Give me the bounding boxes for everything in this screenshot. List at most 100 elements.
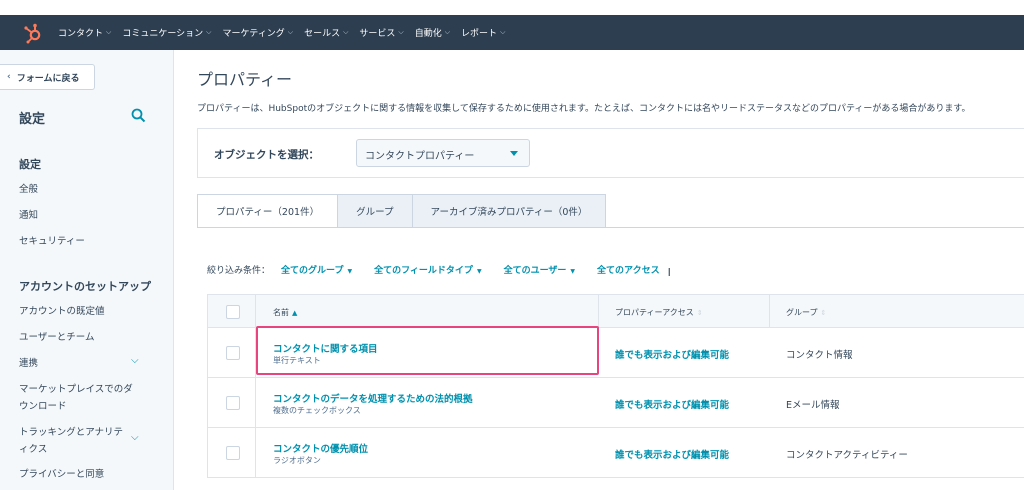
property-group: コンタクトアクティビティー (786, 450, 908, 461)
filter-field-type-label: 全てのフィールドタイプ (374, 266, 473, 276)
filter-group-dropdown[interactable]: 全てのグループ ▼ (281, 263, 352, 276)
property-group: コンタクト情報 (786, 350, 853, 361)
property-access-link[interactable]: 誰でも表示および編集可能 (615, 447, 729, 461)
hubspot-logo-icon[interactable] (22, 22, 44, 44)
nav-reports-label: レポート (461, 29, 498, 39)
search-icon[interactable] (131, 108, 146, 123)
property-name-link[interactable]: コンタクトのデータを処理するための法的根拠 (273, 391, 473, 405)
caret-down-icon: ▼ (570, 268, 576, 275)
sidebar-item-notifications[interactable]: 通知 (19, 207, 144, 224)
nav-sales[interactable]: セールス ⌵ (304, 26, 348, 39)
nav-marketing[interactable]: マーケティング ⌵ (222, 26, 293, 39)
property-access-link[interactable]: 誰でも表示および編集可能 (615, 347, 729, 361)
row-checkbox[interactable] (226, 396, 240, 410)
text-cursor-icon: I (667, 266, 671, 279)
column-header-name[interactable]: 名前 ▲ (273, 307, 297, 318)
filter-access-dropdown[interactable]: 全てのアクセス (597, 263, 660, 276)
column-divider (598, 295, 599, 327)
sidebar-item-users-teams[interactable]: ユーザーとチーム (19, 329, 144, 346)
filter-label: 絞り込み条件： (207, 266, 271, 276)
header-checkbox-cell (208, 295, 256, 327)
filter-user-label: 全てのユーザー (503, 266, 567, 276)
filter-field-type-dropdown[interactable]: 全てのフィールドタイプ ▼ (374, 263, 481, 276)
properties-table: 名前 ▲ プロパティーアクセス ⇕ グループ ⇕ コンタクトに関する項目 単行テキスト… (207, 294, 1024, 478)
sidebar-section-account-setup: アカウントのセットアップ (19, 280, 151, 293)
nav-automation-label: 自動化 (414, 29, 442, 39)
settings-sidebar: ‹ フォームに戻る 設定 設定 全般 通知 セキュリティー アカウントのセットア… (0, 50, 174, 490)
table-header: 名前 ▲ プロパティーアクセス ⇕ グループ ⇕ (207, 294, 1024, 328)
filter-user-dropdown[interactable]: 全てのユーザー ▼ (504, 263, 575, 276)
property-access-link[interactable]: 誰でも表示および編集可能 (615, 397, 729, 411)
nav-conversations[interactable]: コミュニケーション ⌵ (122, 26, 211, 39)
sidebar-section-settings: 設定 (19, 158, 41, 171)
column-header-group-label: グループ (786, 308, 818, 317)
property-field-type: ラジオボタン (273, 456, 321, 465)
nav-service[interactable]: サービス ⌵ (359, 26, 403, 39)
row-checkbox-cell (208, 328, 256, 377)
property-field-type: 単行テキスト (273, 356, 321, 365)
row-checkbox-cell (208, 428, 256, 477)
tab-archived-properties[interactable]: アーカイブ済みプロパティー（0件） (411, 194, 607, 228)
chevron-down-icon: ⌵ (398, 28, 404, 36)
settings-title: 設定 (19, 112, 46, 127)
property-tabs: プロパティー（201件） グループ アーカイブ済みプロパティー（0件） (197, 194, 607, 228)
sidebar-item-privacy-consent[interactable]: プライバシーと同意 (19, 466, 131, 483)
main-content: プロパティー プロパティーは、HubSpotのオブジェクトに関する情報を収集して… (175, 50, 1024, 490)
top-navigation: コンタクト ⌵ コミュニケーション ⌵ マーケティング ⌵ セールス ⌵ サービス ⌵ 自… (0, 15, 1024, 50)
chevron-down-icon: ⌵ (206, 28, 212, 36)
column-header-access-label: プロパティーアクセス (615, 308, 694, 317)
chevron-left-icon: ‹ (7, 72, 11, 82)
sidebar-item-account-defaults[interactable]: アカウントの既定値 (19, 303, 144, 320)
nav-reports[interactable]: レポート ⌵ (461, 26, 505, 39)
column-header-group[interactable]: グループ ⇕ (786, 307, 826, 318)
select-all-checkbox[interactable] (226, 305, 240, 319)
chevron-down-icon[interactable]: ⌵ (131, 432, 139, 443)
nav-marketing-label: マーケティング (222, 29, 285, 39)
sidebar-item-security[interactable]: セキュリティー (19, 233, 144, 250)
caret-down-icon: ▼ (476, 268, 482, 275)
sidebar-item-marketplace-downloads[interactable]: マーケットプレイスでのダウンロード (19, 381, 137, 415)
column-header-name-label: 名前 (273, 308, 289, 317)
object-select-dropdown[interactable]: コンタクトプロパティー (356, 139, 530, 167)
back-to-forms-button[interactable]: ‹ フォームに戻る (0, 64, 95, 90)
property-name-link[interactable]: コンタクトに関する項目 (273, 341, 378, 355)
tab-groups[interactable]: グループ (337, 194, 413, 228)
table-row: コンタクトに関する項目 単行テキスト 誰でも表示および編集可能 コンタクト情報 (207, 328, 1024, 378)
row-checkbox-cell (208, 378, 256, 427)
nav-service-label: サービス (359, 29, 396, 39)
chevron-down-icon: ⌵ (500, 28, 506, 36)
row-checkbox[interactable] (226, 346, 240, 360)
nav-contacts-label: コンタクト (58, 29, 104, 39)
chevron-down-icon: ⌵ (343, 28, 349, 36)
chevron-down-icon: ⌵ (106, 28, 112, 36)
nav-conversations-label: コミュニケーション (122, 29, 204, 39)
tab-properties[interactable]: プロパティー（201件） (197, 194, 339, 228)
sort-ascending-icon: ▲ (292, 309, 298, 317)
nav-automation[interactable]: 自動化 ⌵ (415, 26, 450, 39)
filter-access-label: 全てのアクセス (597, 266, 660, 276)
object-selector-panel: オブジェクトを選択： コンタクトプロパティー (197, 128, 1024, 178)
sort-icon: ⇕ (696, 309, 703, 317)
row-checkbox[interactable] (226, 446, 240, 460)
nav-sales-label: セールス (304, 29, 341, 39)
property-name-link[interactable]: コンタクトの優先順位 (273, 441, 368, 455)
sidebar-item-integrations[interactable]: 連携 (19, 355, 144, 372)
sidebar-item-tracking-analytics[interactable]: トラッキングとアナリティクス (19, 424, 131, 458)
caret-down-icon: ▼ (347, 268, 353, 275)
filter-group-label: 全てのグループ (281, 266, 344, 276)
nav-contacts[interactable]: コンタクト ⌵ (58, 26, 111, 39)
object-select-value: コンタクトプロパティー (365, 151, 475, 162)
sort-icon: ⇕ (820, 309, 827, 317)
property-field-type: 複数のチェックボックス (273, 406, 361, 415)
object-select-label: オブジェクトを選択： (214, 149, 319, 161)
chevron-down-icon: ⌵ (444, 28, 451, 36)
filter-bar: 絞り込み条件： 全てのグループ ▼ 全てのフィールドタイプ ▼ 全てのユーザー ▼ 全… (207, 260, 671, 279)
table-row: コンタクトの優先順位 ラジオボタン 誰でも表示および編集可能 コンタクトアクティ… (207, 428, 1024, 478)
column-divider (769, 295, 770, 327)
sidebar-item-general[interactable]: 全般 (19, 181, 144, 198)
tab-divider (197, 227, 1024, 228)
page-description: プロパティーは、HubSpotのオブジェクトに関する情報を収集して保存するために… (197, 104, 971, 114)
chevron-down-icon[interactable]: ⌵ (131, 355, 139, 366)
column-header-access[interactable]: プロパティーアクセス ⇕ (615, 307, 703, 318)
property-group: Eメール情報 (786, 400, 840, 411)
